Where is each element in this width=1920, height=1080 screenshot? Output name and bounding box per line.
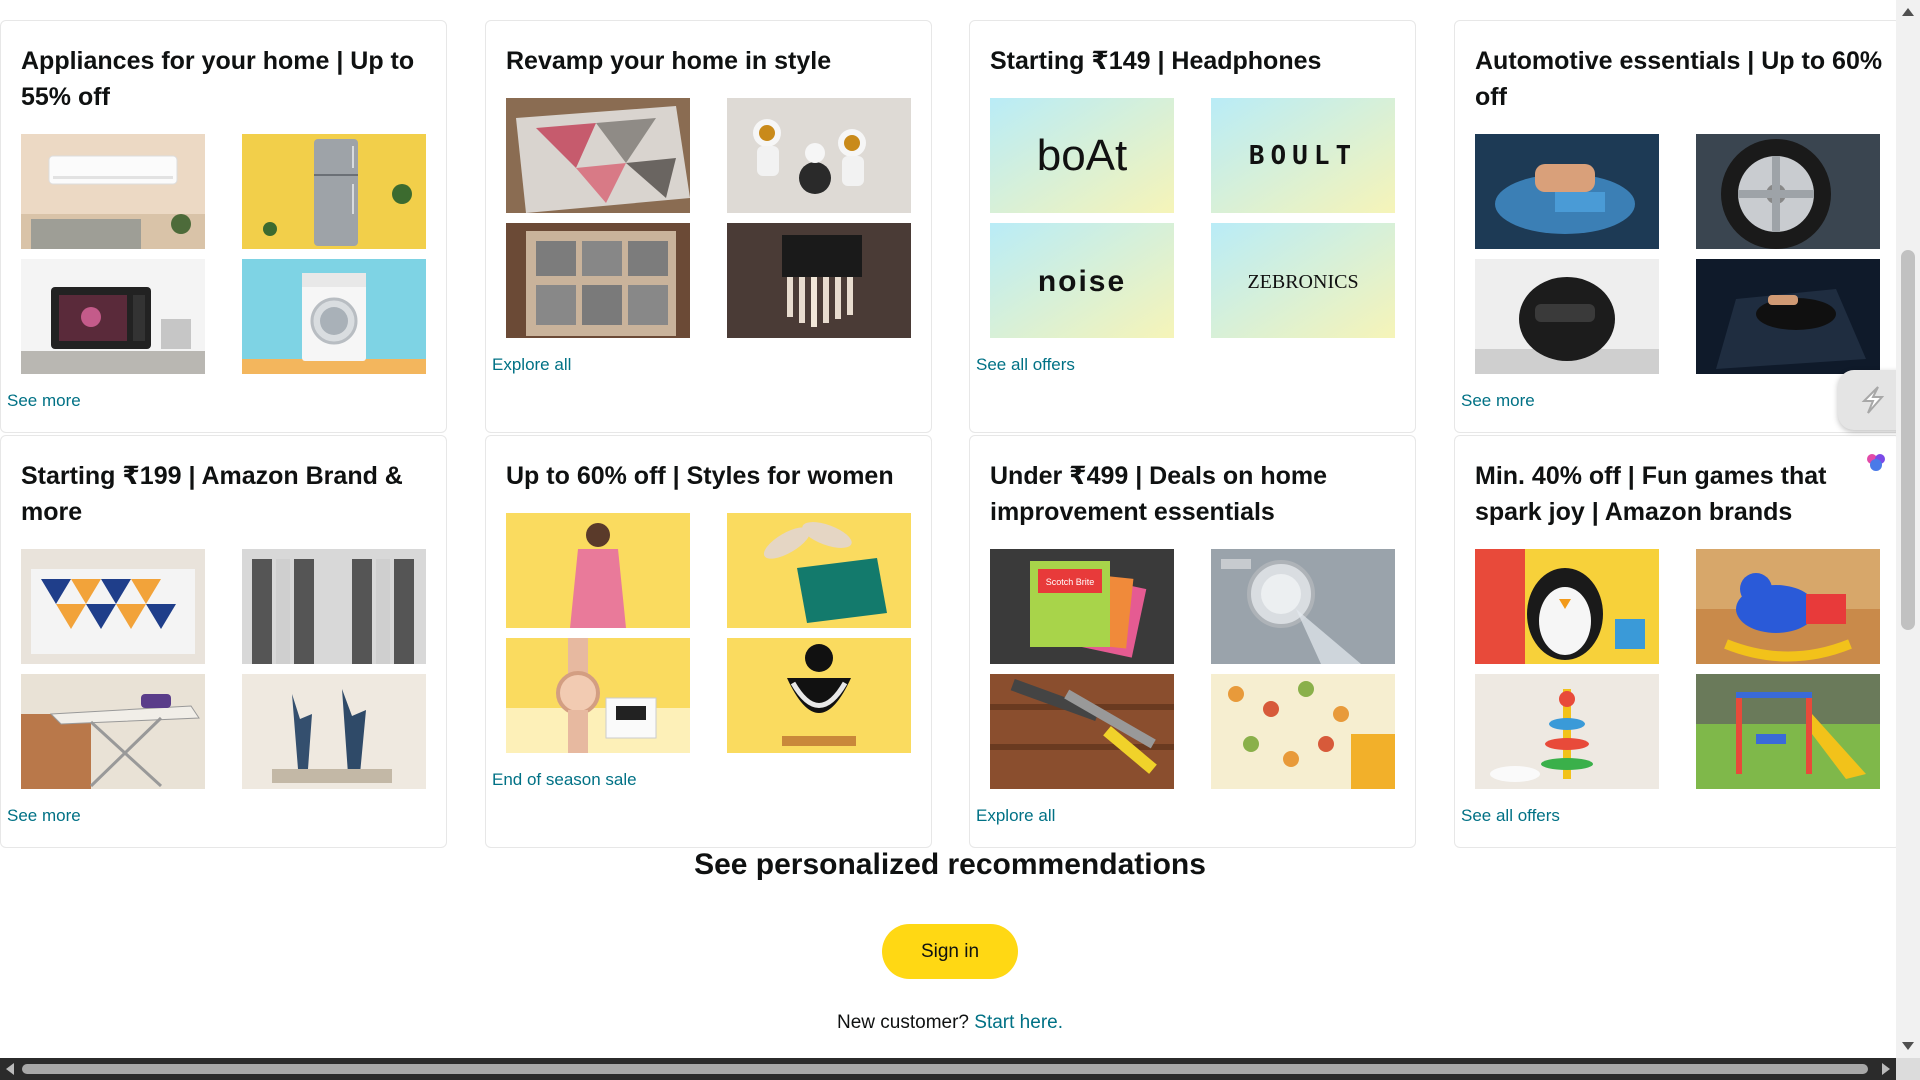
card-title: Starting ₹199 | Amazon Brand & more <box>21 462 403 526</box>
horizontal-scroll-thumb[interactable] <box>22 1064 1868 1074</box>
tile-shower-head[interactable] <box>1211 549 1395 664</box>
see-all-offers-link[interactable]: See all offers <box>976 355 1075 375</box>
svg-text:BOULT: BOULT <box>1249 141 1357 171</box>
tile-curtains[interactable] <box>242 549 426 664</box>
lightning-icon <box>1861 386 1885 414</box>
tile-car-vacuum[interactable] <box>1696 259 1880 374</box>
scroll-left-icon[interactable] <box>6 1063 14 1075</box>
tile-astronaut-figurines[interactable] <box>727 98 911 213</box>
card-title: Appliances for your home | Up to 55% off <box>21 47 415 111</box>
tile-heels-and-bag[interactable] <box>727 513 911 628</box>
card-amazon-brand: Starting ₹199 | Amazon Brand & more See … <box>0 435 447 848</box>
tile-storage-shelf[interactable] <box>506 223 690 338</box>
tile-air-conditioner[interactable] <box>21 134 205 249</box>
scroll-down-icon[interactable] <box>1902 1042 1914 1050</box>
card-title: Starting ₹149 | Headphones <box>990 47 1322 75</box>
scroll-up-icon[interactable] <box>1902 8 1914 16</box>
svg-text:ZEBRONICS: ZEBRONICS <box>1247 271 1358 293</box>
card-automotive: Automotive essentials | Up to 60% off Se… <box>1454 20 1901 433</box>
tile-boult-logo[interactable]: BOULT <box>1211 98 1395 213</box>
see-more-link[interactable]: See more <box>7 391 81 411</box>
card-headphones: Starting ₹149 | Headphones boAt BOULT no… <box>969 20 1416 433</box>
tile-wall-lamp[interactable] <box>727 223 911 338</box>
card-title: Min. 40% off | Fun games that spark joy … <box>1475 462 1827 526</box>
svg-text:noise: noise <box>1038 265 1126 298</box>
card-appliances: Appliances for your home | Up to 55% off… <box>0 20 447 433</box>
card-title: Up to 60% off | Styles for women <box>506 462 894 490</box>
tile-penguin-toy[interactable] <box>1475 549 1659 664</box>
tile-necklace[interactable] <box>727 638 911 753</box>
tile-tools[interactable] <box>990 674 1174 789</box>
explore-all-link[interactable]: Explore all <box>492 355 571 375</box>
scroll-right-icon[interactable] <box>1882 1063 1890 1075</box>
tile-tyre-cleaning[interactable] <box>1696 134 1880 249</box>
tile-bedsheet[interactable] <box>21 549 205 664</box>
explore-all-link[interactable]: Explore all <box>976 806 1055 826</box>
tile-refrigerator[interactable] <box>242 134 426 249</box>
tile-washing-machine[interactable] <box>242 259 426 374</box>
scrollbar-corner <box>1896 1058 1920 1080</box>
card-home-improvement: Under ₹499 | Deals on home improvement e… <box>969 435 1416 848</box>
tile-swing-slide[interactable] <box>1696 674 1880 789</box>
tile-microwave[interactable] <box>21 259 205 374</box>
sign-in-button[interactable]: Sign in <box>882 924 1018 979</box>
tile-car-cleaning[interactable] <box>1475 134 1659 249</box>
tile-boat-logo[interactable]: boAt <box>990 98 1174 213</box>
horizontal-scrollbar[interactable] <box>0 1058 1920 1080</box>
card-home-decor: Revamp your home in style Explore all <box>485 20 932 433</box>
tile-noise-logo[interactable]: noise <box>990 223 1174 338</box>
see-all-offers-link[interactable]: See all offers <box>1461 806 1560 826</box>
tile-stacking-toy[interactable] <box>1475 674 1659 789</box>
see-more-link[interactable]: See more <box>7 806 81 826</box>
card-title: Under ₹499 | Deals on home improvement e… <box>990 462 1327 526</box>
new-customer-line: New customer? Start here. <box>0 1012 1900 1034</box>
brain-extension-icon[interactable] <box>1858 444 1894 480</box>
tile-wallpaper[interactable] <box>1211 674 1395 789</box>
vertical-scrollbar[interactable] <box>1896 0 1920 1058</box>
tile-rocking-toy[interactable] <box>1696 549 1880 664</box>
card-styles-women: Up to 60% off | Styles for women End of … <box>485 435 932 848</box>
tile-zebronics-logo[interactable]: ZEBRONICS <box>1211 223 1395 338</box>
end-of-season-sale-link[interactable]: End of season sale <box>492 770 637 790</box>
new-customer-text: New customer? <box>837 1012 969 1033</box>
tile-helmet[interactable] <box>1475 259 1659 374</box>
recommendations-heading: See personalized recommendations <box>694 848 1206 881</box>
tile-scrub-pads[interactable]: Scotch Brite <box>990 549 1174 664</box>
card-title: Automotive essentials | Up to 60% off <box>1475 47 1883 111</box>
vertical-scroll-thumb[interactable] <box>1901 250 1915 630</box>
tile-rug[interactable] <box>506 98 690 213</box>
tile-watch[interactable] <box>506 638 690 753</box>
svg-text:boAt: boAt <box>1037 131 1128 180</box>
tile-women-dress[interactable] <box>506 513 690 628</box>
card-title: Revamp your home in style <box>506 47 832 75</box>
svg-text:Scotch Brite: Scotch Brite <box>1046 577 1095 587</box>
start-here-link[interactable]: Start here. <box>974 1012 1063 1033</box>
tile-deer-figurines[interactable] <box>242 674 426 789</box>
tile-ironing-board[interactable] <box>21 674 205 789</box>
card-fun-games: Min. 40% off | Fun games that spark joy … <box>1454 435 1901 848</box>
see-more-link[interactable]: See more <box>1461 391 1535 411</box>
